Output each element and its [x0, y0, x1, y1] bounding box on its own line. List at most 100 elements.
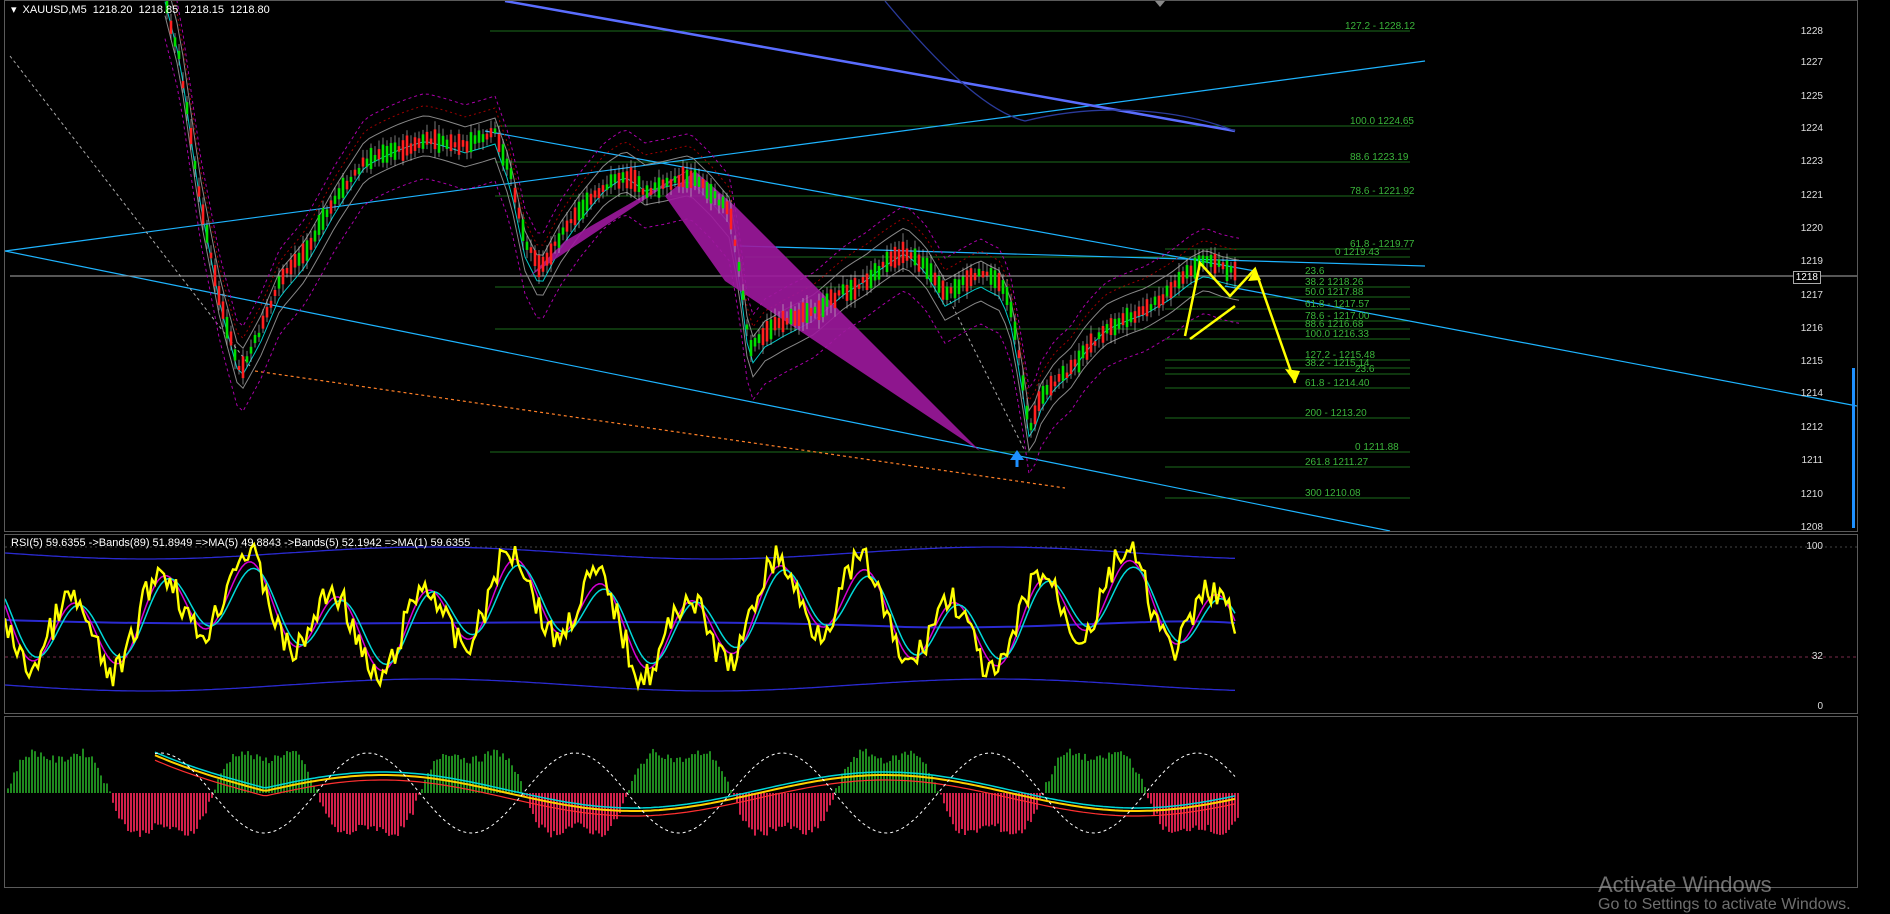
histogram-bar-positive: [109, 791, 111, 793]
histogram-bar-positive: [910, 750, 912, 793]
candle-body: [1081, 345, 1085, 359]
histogram-bar-positive: [25, 756, 27, 793]
histogram-bar-negative: [136, 793, 138, 831]
candle-body: [969, 268, 973, 286]
histogram-bar-negative: [118, 793, 120, 819]
histogram-bar-positive: [1102, 757, 1104, 793]
histogram-bar-positive: [889, 760, 891, 793]
candle-body: [369, 147, 373, 169]
candle-body: [641, 188, 645, 195]
candle-body: [609, 174, 613, 188]
candle-body: [333, 195, 337, 204]
histogram-bar-negative: [967, 793, 969, 831]
histogram-bar-negative: [343, 793, 345, 831]
histogram-bar-negative: [1180, 793, 1182, 831]
candle-body: [757, 334, 761, 344]
histogram-bar-negative: [814, 793, 816, 827]
trendline: [254, 370, 1066, 489]
candle-body: [465, 141, 469, 153]
candle-body: [485, 133, 489, 140]
histogram-bar-positive: [274, 755, 276, 793]
candle-body: [777, 317, 781, 329]
rsi-canvas[interactable]: [5, 535, 1857, 713]
candle-body: [341, 177, 345, 198]
histogram-bar-negative: [769, 793, 771, 828]
histogram-bar-negative: [586, 793, 588, 829]
candle-body: [809, 307, 813, 316]
histogram-bar-negative: [322, 793, 324, 807]
fib-level-label: 23.6: [1305, 266, 1325, 277]
oscillator-histogram-panel[interactable]: [4, 716, 1858, 888]
histogram-bar-positive: [1129, 758, 1131, 793]
histogram-bar-negative: [787, 793, 789, 823]
histogram-bar-positive: [478, 761, 480, 793]
fib-level-label: 261.8 1211.27: [1305, 457, 1369, 468]
price-chart-canvas[interactable]: [5, 1, 1857, 531]
histogram-bar-negative: [358, 793, 360, 825]
price-tick: 1211: [1801, 455, 1823, 466]
candle-body: [237, 365, 241, 371]
candle-body: [893, 246, 897, 268]
chart-shift-marker[interactable]: [1155, 1, 1165, 7]
histogram-bar-negative: [166, 793, 168, 827]
histogram-bar-positive: [517, 774, 519, 793]
price-axis[interactable]: 1228 1227 1225 1224 1223 1221 1220 1219 1217 1216…: [1777, 1, 1823, 532]
candle-body: [273, 290, 277, 296]
histogram-bar-negative: [1210, 793, 1212, 832]
candle-body: [1125, 307, 1129, 328]
histogram-bar-positive: [424, 779, 426, 793]
histogram-bar-positive: [1144, 787, 1146, 793]
candle-body: [1209, 254, 1213, 267]
candle-body: [1097, 332, 1101, 339]
histogram-bar-positive: [1108, 752, 1110, 793]
histogram-bar-positive: [667, 754, 669, 793]
close-value: 1218.80: [230, 4, 270, 16]
candle-body: [413, 137, 417, 151]
candle-body: [557, 233, 561, 248]
candle-body: [305, 240, 309, 261]
symbol-label: XAUUSD,M5: [22, 4, 87, 16]
candle-body: [505, 158, 509, 170]
histogram-bar-negative: [1231, 793, 1233, 825]
histogram-bar-negative: [1183, 793, 1185, 829]
histogram-bar-positive: [646, 758, 648, 793]
histogram-bar-positive: [100, 775, 102, 793]
histogram-bar-positive: [664, 758, 666, 793]
candle-body: [397, 146, 401, 152]
candle-body: [885, 251, 889, 273]
histogram-bar-negative: [121, 793, 123, 820]
candle-body: [257, 332, 261, 338]
histogram-bar-negative: [133, 793, 135, 832]
fib-level-label: 0 1211.88: [1355, 442, 1399, 453]
candle-body: [453, 142, 457, 148]
candle-body: [853, 277, 857, 300]
candle-body: [449, 134, 453, 152]
scroll-indicator[interactable]: [1852, 368, 1855, 528]
oscillator-canvas[interactable]: [5, 717, 1857, 887]
candle-body: [297, 252, 301, 266]
histogram-bar-positive: [1069, 748, 1071, 793]
rsi-indicator-panel[interactable]: RSI(5) 59.6355 ->Bands(89) 51.8949 =>MA(…: [4, 534, 1858, 714]
histogram-bar-positive: [919, 757, 921, 793]
histogram-bar-negative: [790, 793, 792, 829]
main-price-chart[interactable]: ▾ XAUUSD,M5 1218.20 1218.85 1218.15 1218.80 1…: [4, 0, 1858, 532]
watermark-title: Activate Windows: [1598, 872, 1772, 897]
histogram-bar-positive: [52, 755, 54, 793]
histogram-bar-negative: [415, 793, 417, 801]
candle-body: [489, 128, 493, 138]
candle-body: [753, 337, 757, 347]
rsi-axis[interactable]: 100 32 0: [1777, 535, 1823, 713]
histogram-bar-positive: [835, 788, 837, 793]
candle-body: [181, 81, 185, 89]
histogram-bar-positive: [496, 750, 498, 793]
histogram-bar-positive: [715, 760, 717, 793]
histogram-bar-negative: [559, 793, 561, 835]
price-tick: 1221: [1800, 190, 1823, 201]
histogram-bar-negative: [127, 793, 129, 831]
histogram-bar-negative: [406, 793, 408, 820]
histogram-bar-negative: [1168, 793, 1170, 832]
fib-level-label: 61.8 - 1217.57: [1305, 299, 1370, 310]
histogram-bar-negative: [946, 793, 948, 812]
histogram-bar-negative: [781, 793, 783, 827]
histogram-bar-positive: [430, 769, 432, 793]
